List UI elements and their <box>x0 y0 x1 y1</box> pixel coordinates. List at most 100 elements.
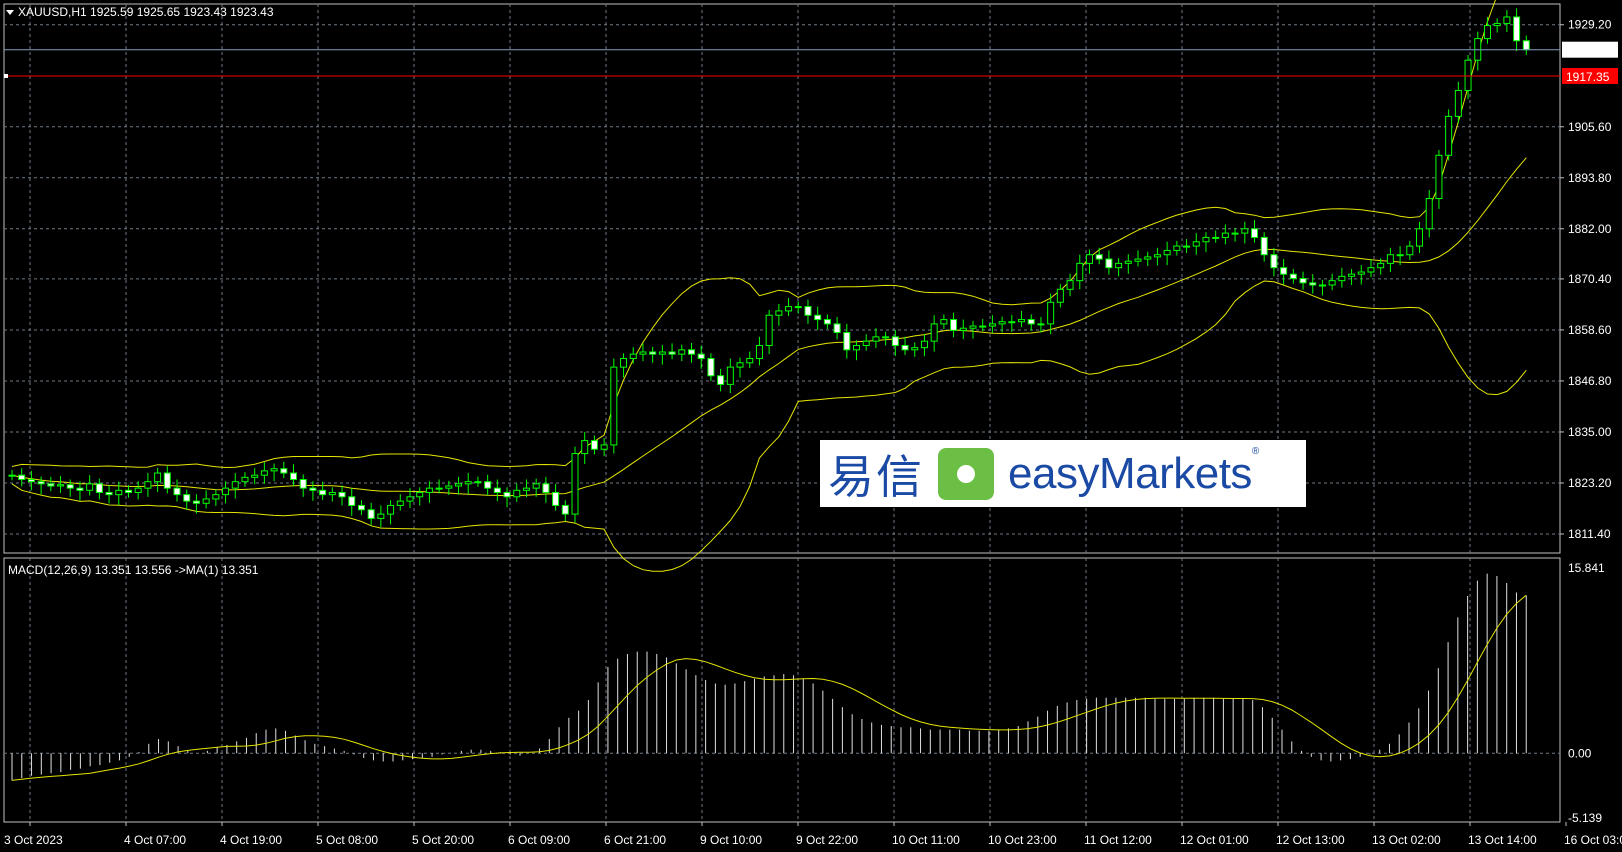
candle-body <box>658 351 666 355</box>
candle-body <box>600 444 608 450</box>
candle-body <box>843 332 851 351</box>
candle-body <box>212 494 220 500</box>
candle-body <box>134 487 142 493</box>
candle-body <box>610 366 618 446</box>
candle-body <box>1018 319 1026 323</box>
time-axis-label: 5 Oct 08:00 <box>316 833 378 847</box>
time-axis-label: 16 Oct 03:00 <box>1564 833 1622 847</box>
candle-body <box>377 513 385 519</box>
candle-body <box>76 487 84 491</box>
candle-body <box>1163 249 1171 256</box>
candle-body <box>231 481 239 489</box>
candle-body <box>251 474 259 478</box>
candle-body <box>95 483 103 493</box>
candle-body <box>649 351 657 355</box>
candle-body <box>1386 254 1394 264</box>
candle-body <box>328 491 336 496</box>
candle-body <box>270 468 278 472</box>
candle-body <box>144 481 152 489</box>
candle-body <box>1221 232 1229 238</box>
candle-body <box>581 440 589 455</box>
candle-body <box>86 483 94 491</box>
candle-body <box>765 314 773 347</box>
candle-body <box>853 345 861 351</box>
candle-body <box>416 491 424 498</box>
candle-body <box>687 349 695 355</box>
time-axis-label: 6 Oct 09:00 <box>508 833 570 847</box>
candle-body <box>338 491 346 498</box>
time-axis-label: 12 Oct 01:00 <box>1180 833 1249 847</box>
watermark-brand-text: easyMarkets <box>1008 448 1252 498</box>
candle-body <box>804 306 812 316</box>
time-axis-label: 10 Oct 11:00 <box>892 833 960 847</box>
price-axis-label: 1893.80 <box>1568 171 1612 185</box>
candle-body <box>1231 232 1239 235</box>
candle-body <box>1192 241 1200 247</box>
candle-body <box>1183 245 1191 248</box>
candle-body <box>1493 22 1501 27</box>
time-axis-label: 5 Oct 20:00 <box>412 833 474 847</box>
candle-body <box>1464 59 1472 91</box>
candle-body <box>1377 262 1385 269</box>
candle-body <box>1328 280 1336 286</box>
candle-body <box>717 375 725 385</box>
candle-body <box>474 481 482 484</box>
candle-body <box>823 319 831 325</box>
candle-body <box>309 487 317 491</box>
candle-body <box>755 345 763 359</box>
candle-body <box>1270 254 1278 269</box>
candle-body <box>1435 154 1443 200</box>
time-axis-label: 4 Oct 07:00 <box>124 833 186 847</box>
price-axis-label: 1929.20 <box>1568 18 1612 32</box>
candle-body <box>1318 284 1326 287</box>
macd-axis-label: 0.00 <box>1568 746 1592 760</box>
candle-body <box>8 474 16 477</box>
candle-body <box>435 487 443 490</box>
time-axis-label: 9 Oct 22:00 <box>796 833 858 847</box>
candle-body <box>280 468 288 474</box>
time-axis-label: 9 Oct 10:00 <box>700 833 762 847</box>
candle-body <box>455 483 463 487</box>
macd-axis-label: -5.139 <box>1568 811 1602 825</box>
easymarkets-logo-icon <box>938 447 994 500</box>
candle-body <box>464 481 472 485</box>
candle-body <box>445 485 453 489</box>
price-panel-header: XAUUSD,H1 1925.59 1925.65 1923.43 1923.4… <box>18 5 274 19</box>
chart-svg[interactable]: 1929.20 1905.60 1893.80 1882.00 1870.40 1858.… <box>0 0 1622 852</box>
candle-body <box>1047 301 1055 325</box>
candle-body <box>241 476 249 483</box>
candle-body <box>1357 271 1365 275</box>
candle-body <box>746 357 754 364</box>
candle-body <box>290 472 298 481</box>
level-tag: 1917.35 <box>1566 70 1610 84</box>
candle-body <box>1367 267 1375 273</box>
candle-body <box>1299 278 1307 284</box>
candle-body <box>1144 256 1152 260</box>
candle-body <box>979 325 987 328</box>
candle-body <box>1483 25 1491 40</box>
candle-body <box>484 481 492 489</box>
time-axis-label: 13 Oct 14:00 <box>1468 833 1537 847</box>
candle-body <box>1309 282 1317 286</box>
candle-body <box>814 314 822 321</box>
candle-body <box>47 483 55 487</box>
candle-body <box>222 487 230 496</box>
trading-terminal: 1929.20 1905.60 1893.80 1882.00 1870.40 1858.… <box>0 0 1622 852</box>
candle-body <box>998 321 1006 325</box>
candle-body <box>1348 273 1356 277</box>
candle-body <box>154 472 162 483</box>
candle-body <box>1202 236 1210 243</box>
time-axis-label: 10 Oct 23:00 <box>988 833 1057 847</box>
candle-body <box>561 504 569 515</box>
candle-body <box>940 319 948 325</box>
candle-body <box>552 491 560 506</box>
candle-body <box>1445 115 1453 156</box>
chart-background <box>0 0 1622 852</box>
candle-body <box>1454 89 1462 117</box>
level-line-anchor <box>4 73 8 78</box>
candle-body <box>726 366 734 385</box>
candle-body <box>1056 288 1064 303</box>
candle-body <box>833 323 841 334</box>
candle-body <box>542 483 550 493</box>
price-axis-label: 1835.00 <box>1568 425 1612 439</box>
